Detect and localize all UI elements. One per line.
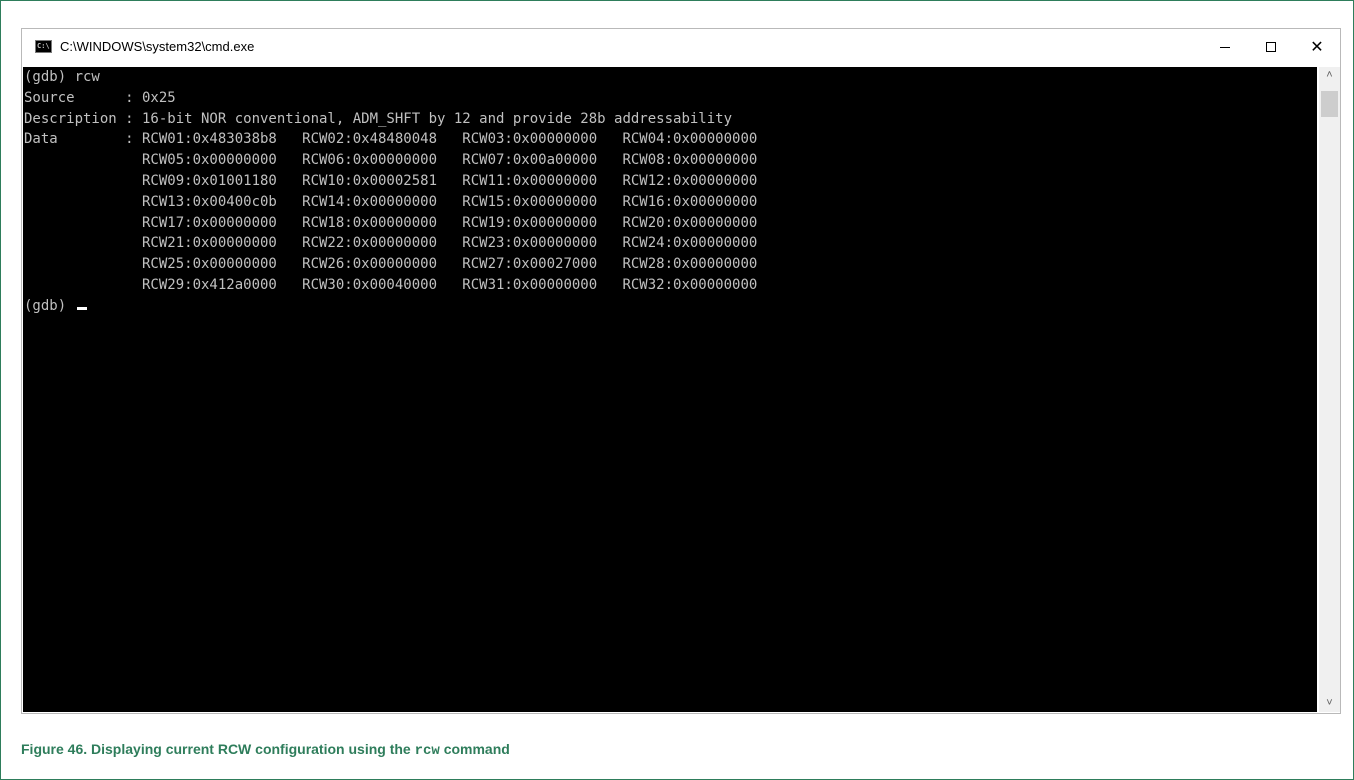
minimize-icon — [1220, 46, 1230, 48]
scroll-down-icon[interactable]: ˅ — [1319, 695, 1340, 712]
console-output[interactable]: (gdb) rcw Source : 0x25 Description : 16… — [23, 67, 1317, 712]
console-line: RCW17:0x00000000 RCW18:0x00000000 RCW19:… — [24, 215, 758, 231]
console-line: RCW21:0x00000000 RCW22:0x00000000 RCW23:… — [24, 235, 758, 251]
text-cursor — [76, 307, 87, 310]
vertical-scrollbar[interactable]: ˄ ˅ — [1319, 67, 1340, 712]
console-line: RCW09:0x01001180 RCW10:0x00002581 RCW11:… — [24, 173, 758, 189]
scroll-up-icon[interactable]: ˄ — [1319, 67, 1340, 84]
caption-prefix: Figure 46. Displaying current RCW config… — [21, 741, 415, 757]
close-button[interactable]: ✕ — [1294, 29, 1340, 65]
cmd-window: C:\ C:\WINDOWS\system32\cmd.exe ✕ (gdb) … — [21, 28, 1341, 714]
close-icon: ✕ — [1310, 39, 1324, 56]
caption-command: rcw — [414, 743, 440, 759]
caption-suffix: command — [439, 741, 510, 757]
console-line: RCW29:0x412a0000 RCW30:0x00040000 RCW31:… — [24, 277, 758, 293]
console-line: (gdb) rcw — [24, 69, 100, 85]
figure-caption: Figure 46. Displaying current RCW config… — [21, 741, 510, 759]
scroll-thumb[interactable] — [1321, 91, 1338, 117]
app-icon-glyph: C:\ — [37, 42, 50, 50]
maximize-button[interactable] — [1248, 29, 1294, 65]
title-bar[interactable]: C:\ C:\WINDOWS\system32\cmd.exe ✕ — [22, 29, 1340, 67]
gdb-prompt: (gdb) — [24, 298, 75, 314]
prompt-line[interactable]: (gdb) — [24, 296, 87, 316]
console-line: RCW25:0x00000000 RCW26:0x00000000 RCW27:… — [24, 256, 758, 272]
console-line: Data : RCW01:0x483038b8 RCW02:0x48480048… — [24, 131, 758, 147]
cmd-app-icon[interactable]: C:\ — [35, 40, 52, 53]
minimize-button[interactable] — [1202, 29, 1248, 65]
console-line: Description : 16-bit NOR conventional, A… — [24, 111, 733, 127]
console-line: RCW05:0x00000000 RCW06:0x00000000 RCW07:… — [24, 152, 758, 168]
figure-frame: C:\ C:\WINDOWS\system32\cmd.exe ✕ (gdb) … — [0, 0, 1354, 780]
window-title: C:\WINDOWS\system32\cmd.exe — [60, 39, 255, 54]
console-line: Source : 0x25 — [24, 90, 176, 106]
maximize-icon — [1266, 42, 1276, 52]
console-line: RCW13:0x00400c0b RCW14:0x00000000 RCW15:… — [24, 194, 758, 210]
